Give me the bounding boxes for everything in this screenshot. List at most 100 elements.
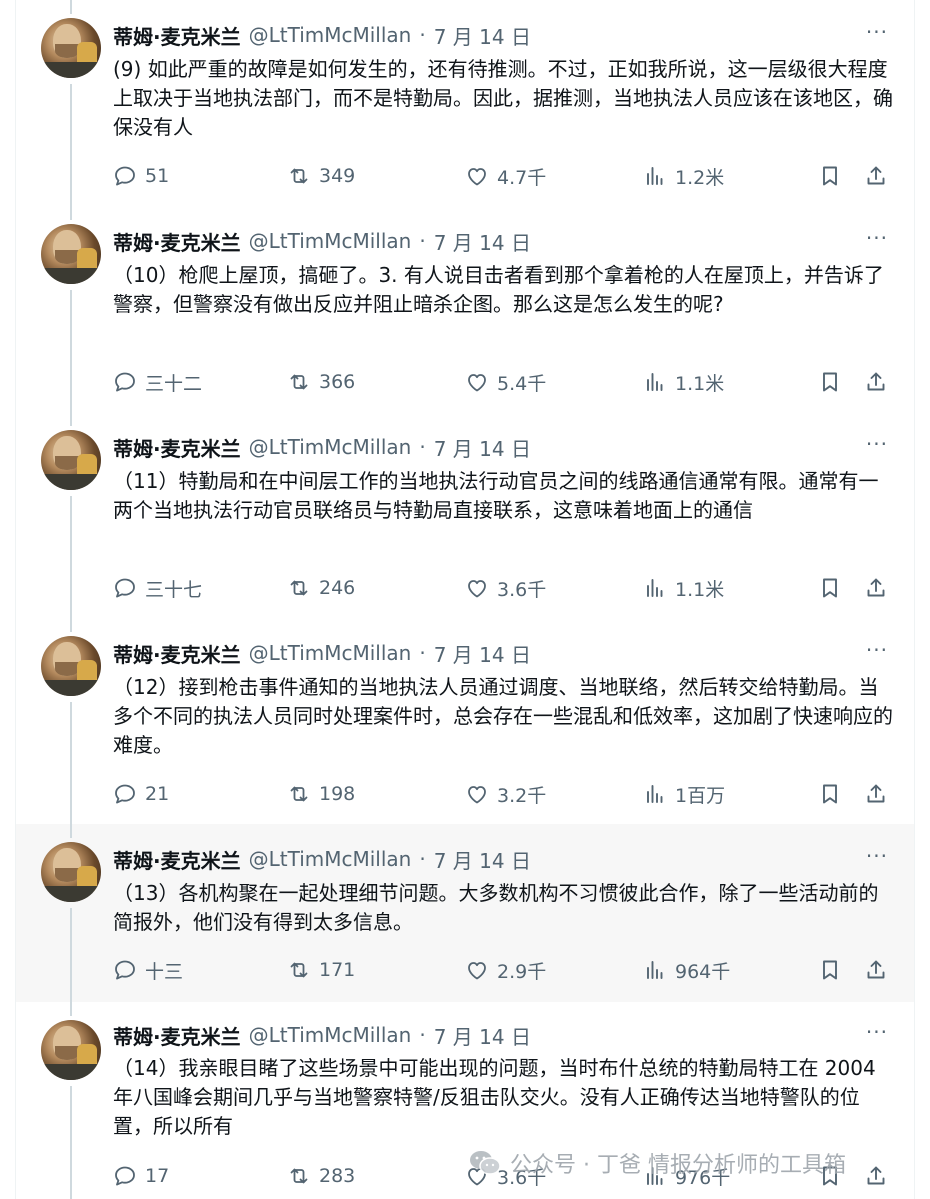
bookmark-icon (823, 784, 837, 804)
share-button[interactable] (864, 780, 888, 808)
tweet-item[interactable]: 蒂姆·麦克米兰 @LtTimMcMillan · 7 月 14 日 ··· （1… (16, 824, 914, 1002)
reply-count: 三十二 (145, 372, 203, 395)
thread-connector (70, 0, 72, 14)
tweet-date[interactable]: 7 月 14 日 (434, 227, 531, 256)
avatar[interactable] (41, 18, 101, 78)
tweet-text: （14）我亲眼目睹了这些场景中可能出现的问题，当时布什总统的特勤局特工在 200… (113, 1056, 876, 1138)
author-handle[interactable]: @LtTimMcMillan (249, 23, 412, 47)
bookmark-button[interactable] (818, 162, 842, 190)
repost-button[interactable]: 349 (287, 162, 355, 190)
repost-icon (290, 374, 308, 390)
bookmark-button[interactable] (818, 956, 842, 984)
reply-button[interactable]: 三十二 (113, 368, 202, 396)
views-button[interactable]: 964千 (643, 956, 730, 984)
reply-button[interactable]: 17 (113, 1162, 169, 1190)
like-icon (468, 580, 486, 598)
more-icon[interactable]: ··· (866, 226, 888, 250)
views-count: 1.1米 (675, 372, 725, 395)
tweet-item[interactable]: 蒂姆·麦克米兰 @LtTimMcMillan · 7 月 14 日 ··· （1… (16, 206, 914, 412)
tweet-date[interactable]: 7 月 14 日 (434, 639, 531, 668)
tweet-header: 蒂姆·麦克米兰 @LtTimMcMillan · 7 月 14 日 (113, 21, 531, 49)
repost-button[interactable]: 171 (287, 956, 355, 984)
repost-button[interactable]: 198 (287, 780, 355, 808)
author-name[interactable]: 蒂姆·麦克米兰 (113, 227, 241, 256)
author-name[interactable]: 蒂姆·麦克米兰 (113, 639, 241, 668)
share-button[interactable] (864, 574, 888, 602)
repost-icon (290, 962, 308, 978)
repost-icon (290, 580, 308, 596)
reply-button[interactable]: 21 (113, 780, 169, 808)
tweet-date[interactable]: 7 月 14 日 (434, 21, 531, 50)
tweet-date[interactable]: 7 月 14 日 (434, 1021, 531, 1050)
views-button[interactable]: 1.1米 (643, 368, 724, 396)
repost-button[interactable]: 283 (287, 1162, 355, 1190)
watermark: 公众号 · 丁爸 情报分析师的工具箱 (468, 1146, 846, 1180)
views-icon (647, 961, 663, 979)
views-button[interactable]: 1百万 (643, 780, 725, 808)
reply-icon (115, 166, 135, 186)
avatar[interactable] (41, 842, 101, 902)
thread-connector (70, 702, 72, 824)
reply-count: 17 (145, 1165, 170, 1187)
reply-button[interactable]: 十三 (113, 956, 183, 984)
views-count: 1百万 (675, 784, 726, 807)
like-count: 2.9千 (497, 960, 547, 983)
author-handle[interactable]: @LtTimMcMillan (249, 435, 412, 459)
bookmark-button[interactable] (818, 780, 842, 808)
share-button[interactable] (864, 1162, 888, 1190)
reply-button[interactable]: 51 (113, 162, 169, 190)
tweet-date[interactable]: 7 月 14 日 (434, 433, 531, 462)
thread-connector (70, 824, 72, 838)
author-handle[interactable]: @LtTimMcMillan (249, 641, 412, 665)
more-icon[interactable]: ··· (866, 432, 888, 456)
tweet-item[interactable]: 蒂姆·麦克米兰 @LtTimMcMillan · 7 月 14 日 ··· (9… (16, 0, 914, 206)
tweet-actions: 51 349 4.7千 1.2米 (113, 162, 898, 190)
views-button[interactable]: 1.2米 (643, 162, 724, 190)
like-button[interactable]: 3.2千 (465, 780, 546, 808)
more-icon[interactable]: ··· (866, 638, 888, 662)
reply-button[interactable]: 三十七 (113, 574, 202, 602)
repost-button[interactable]: 246 (287, 574, 355, 602)
tweet-text: （12）接到枪击事件通知的当地执法人员通过调度、当地联络，然后转交给特勤局。当多… (113, 675, 893, 757)
bookmark-icon (823, 372, 837, 392)
separator-dot: · (419, 435, 426, 459)
views-button[interactable]: 1.1米 (643, 574, 724, 602)
tweet-header: 蒂姆·麦克米兰 @LtTimMcMillan · 7 月 14 日 (113, 433, 531, 461)
like-button[interactable]: 2.9千 (465, 956, 546, 984)
more-icon[interactable]: ··· (866, 20, 888, 44)
tweet-header: 蒂姆·麦克米兰 @LtTimMcMillan · 7 月 14 日 (113, 639, 531, 667)
author-name[interactable]: 蒂姆·麦克米兰 (113, 433, 241, 462)
bookmark-button[interactable] (818, 574, 842, 602)
author-handle[interactable]: @LtTimMcMillan (249, 847, 412, 871)
tweet-text: （10）枪爬上屋顶，搞砸了。3. 有人说目击者看到那个拿着枪的人在屋顶上，并告诉… (113, 263, 884, 316)
tweet-date[interactable]: 7 月 14 日 (434, 845, 531, 874)
author-name[interactable]: 蒂姆·麦克米兰 (113, 1021, 241, 1050)
like-button[interactable]: 5.4千 (465, 368, 546, 396)
more-icon[interactable]: ··· (866, 1020, 888, 1044)
author-name[interactable]: 蒂姆·麦克米兰 (113, 21, 241, 50)
like-button[interactable]: 3.6千 (465, 574, 546, 602)
bookmark-button[interactable] (818, 368, 842, 396)
tweet-item[interactable]: 蒂姆·麦克米兰 @LtTimMcMillan · 7 月 14 日 ··· （1… (16, 412, 914, 618)
avatar[interactable] (41, 224, 101, 284)
thread-connector (70, 908, 72, 1002)
repost-icon (290, 1168, 308, 1184)
tweet-item[interactable]: 蒂姆·麦克米兰 @LtTimMcMillan · 7 月 14 日 ··· （1… (16, 618, 914, 824)
views-count: 1.2米 (675, 166, 725, 189)
author-handle[interactable]: @LtTimMcMillan (249, 229, 412, 253)
share-button[interactable] (864, 162, 888, 190)
more-icon[interactable]: ··· (866, 844, 888, 868)
bookmark-icon (823, 578, 837, 598)
avatar[interactable] (41, 1020, 101, 1080)
author-handle[interactable]: @LtTimMcMillan (249, 1023, 412, 1047)
thread-connector (70, 412, 72, 426)
repost-button[interactable]: 366 (287, 368, 355, 396)
share-icon (867, 578, 885, 597)
like-button[interactable]: 4.7千 (465, 162, 546, 190)
share-button[interactable] (864, 368, 888, 396)
avatar[interactable] (41, 430, 101, 490)
avatar[interactable] (41, 636, 101, 696)
author-name[interactable]: 蒂姆·麦克米兰 (113, 845, 241, 874)
views-icon (647, 579, 663, 597)
share-button[interactable] (864, 956, 888, 984)
